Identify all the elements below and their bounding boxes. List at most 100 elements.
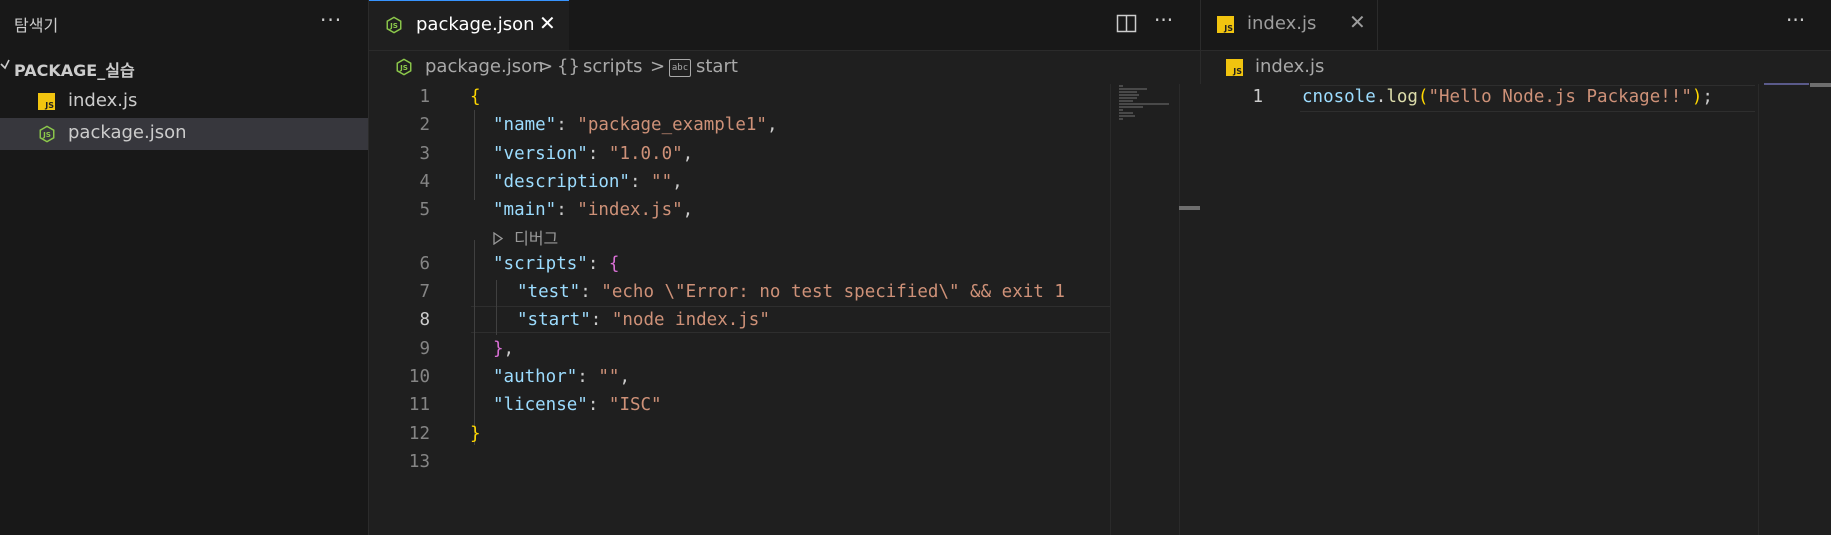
code-token: log bbox=[1386, 87, 1418, 107]
tab-index-js[interactable]: JS index.js ✕ bbox=[1201, 0, 1378, 50]
code-token: } bbox=[470, 424, 481, 444]
code-token: : bbox=[577, 367, 599, 387]
file-item-label: index.js bbox=[68, 90, 138, 111]
code-line[interactable]: "scripts": { bbox=[493, 254, 619, 274]
code-token: "start" bbox=[517, 310, 591, 330]
code-token: "index.js" bbox=[577, 200, 683, 220]
line-number: 10 bbox=[408, 367, 430, 387]
code-line[interactable]: "test": "echo \"Error: no test specified… bbox=[517, 282, 1065, 302]
code-token: : bbox=[580, 282, 602, 302]
code-token: "name" bbox=[493, 115, 557, 135]
vertical-scrollbar[interactable] bbox=[1179, 84, 1201, 535]
code-token: : bbox=[587, 395, 609, 415]
folder-name: PACKAGE_실습 bbox=[14, 61, 135, 80]
code-line[interactable]: "version": "1.0.0", bbox=[493, 144, 693, 164]
code-line[interactable]: "description": "", bbox=[493, 172, 683, 192]
code-token: ; bbox=[1702, 87, 1713, 107]
line-number: 3 bbox=[419, 144, 430, 164]
breadcrumb-section[interactable]: scripts bbox=[583, 56, 643, 77]
line-number: 13 bbox=[408, 452, 430, 472]
explorer-title: 탐색기 bbox=[14, 16, 59, 35]
debug-codelens[interactable]: 디버그 bbox=[493, 225, 558, 249]
close-icon[interactable]: ✕ bbox=[1349, 10, 1366, 34]
code-token: } bbox=[493, 339, 504, 359]
line-number: 7 bbox=[419, 282, 430, 302]
code-line[interactable]: "license": "ISC" bbox=[493, 395, 662, 415]
minimap-line bbox=[1764, 83, 1809, 85]
more-actions-icon[interactable]: ··· bbox=[1154, 8, 1173, 32]
breadcrumb-file[interactable]: package.json bbox=[425, 56, 544, 77]
line-number: 2 bbox=[419, 115, 430, 135]
code-token: cnosole bbox=[1302, 87, 1376, 107]
code-token: , bbox=[672, 172, 683, 192]
nodejs-file-icon: JS bbox=[386, 16, 402, 34]
tab-label: package.json bbox=[416, 14, 535, 35]
line-number: 1 bbox=[1252, 87, 1263, 107]
code-line[interactable]: }, bbox=[493, 339, 514, 359]
code-token: : bbox=[587, 144, 609, 164]
code-token: "scripts" bbox=[493, 254, 588, 274]
nodejs-file-icon: JS bbox=[39, 125, 55, 143]
js-file-icon: JS bbox=[1226, 59, 1243, 76]
code-line[interactable]: "start": "node index.js" bbox=[517, 310, 770, 330]
scrollbar-thumb[interactable] bbox=[1810, 83, 1831, 87]
file-item-package-json[interactable]: JS package.json bbox=[0, 118, 368, 150]
code-token: "" bbox=[651, 172, 673, 192]
breadcrumb-file[interactable]: index.js bbox=[1255, 56, 1324, 77]
code-token: "1.0.0" bbox=[608, 144, 683, 164]
code-token: { bbox=[608, 254, 620, 274]
line-number: 6 bbox=[419, 254, 430, 274]
more-actions-icon[interactable]: ··· bbox=[1786, 8, 1805, 32]
code-line[interactable]: cnosole.log("Hello Node.js Package!!"); bbox=[1302, 87, 1713, 107]
code-token: ( bbox=[1417, 87, 1429, 107]
chevron-down-icon bbox=[0, 58, 10, 76]
code-token: "Hello Node.js Package!!" bbox=[1428, 87, 1692, 107]
code-token: , bbox=[766, 115, 778, 135]
explorer-more-actions-icon[interactable]: ··· bbox=[320, 8, 342, 32]
code-token: { bbox=[470, 87, 481, 107]
line-number: 12 bbox=[408, 424, 430, 444]
code-token: , bbox=[682, 200, 694, 220]
svg-text:JS: JS bbox=[399, 63, 408, 72]
code-token: "package_example1" bbox=[577, 115, 767, 135]
code-line[interactable]: "main": "index.js", bbox=[493, 200, 693, 220]
line-number: 9 bbox=[419, 339, 430, 359]
code-token: : bbox=[556, 115, 578, 135]
svg-text:JS: JS bbox=[42, 130, 51, 139]
code-line[interactable]: } bbox=[470, 424, 481, 444]
code-token: : bbox=[556, 200, 578, 220]
code-token: "description" bbox=[493, 172, 630, 192]
file-item-index-js[interactable]: JS index.js bbox=[0, 86, 368, 118]
line-number: 1 bbox=[419, 87, 430, 107]
breadcrumb-separator: > bbox=[538, 56, 554, 77]
minimap-lines bbox=[1119, 84, 1169, 121]
split-editor-icon[interactable] bbox=[1116, 14, 1138, 34]
code-token: "test" bbox=[517, 282, 581, 302]
breadcrumb-separator: > bbox=[650, 56, 666, 77]
code-token: , bbox=[503, 339, 515, 359]
nodejs-file-icon: JS bbox=[396, 58, 412, 76]
close-icon[interactable]: ✕ bbox=[539, 11, 556, 35]
code-token: : bbox=[590, 310, 612, 330]
code-token: , bbox=[619, 367, 630, 387]
tab-package-json[interactable]: JS package.json ✕ bbox=[369, 0, 569, 50]
code-line[interactable]: "author": "", bbox=[493, 367, 630, 387]
minimap[interactable] bbox=[1758, 84, 1831, 535]
indent-guide bbox=[474, 240, 475, 445]
code-token: "" bbox=[598, 367, 620, 387]
scrollbar-thumb[interactable] bbox=[1179, 206, 1200, 210]
svg-text:JS: JS bbox=[389, 21, 398, 30]
js-file-icon: JS bbox=[38, 93, 55, 110]
codelens-label: 디버그 bbox=[514, 229, 559, 248]
code-line[interactable]: "name": "package_example1", bbox=[493, 115, 778, 135]
code-token: "license" bbox=[493, 395, 588, 415]
code-line[interactable]: { bbox=[470, 87, 481, 107]
folder-row[interactable]: PACKAGE_실습 bbox=[0, 55, 368, 83]
js-file-icon: JS bbox=[1217, 16, 1234, 33]
code-token: "ISC" bbox=[608, 395, 662, 415]
braces-icon: {} bbox=[557, 56, 580, 77]
indent-guide bbox=[496, 280, 497, 335]
play-icon bbox=[493, 229, 514, 248]
code-token: . bbox=[1375, 87, 1387, 107]
breadcrumb-leaf[interactable]: start bbox=[696, 56, 738, 77]
